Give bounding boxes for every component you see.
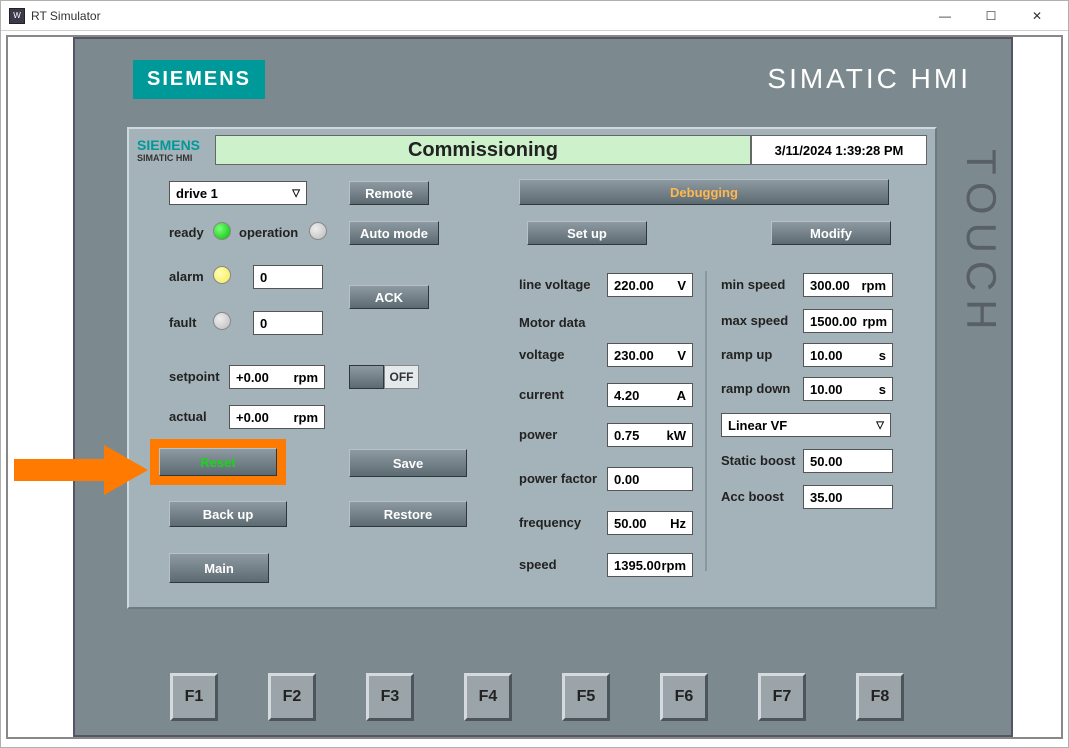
minspeed-label: min speed [721, 277, 785, 292]
reset-button[interactable]: Reset [159, 448, 277, 476]
fault-value-field[interactable]: 0 [253, 311, 323, 335]
f7-key[interactable]: F7 [758, 673, 806, 721]
rampup-field[interactable]: 10.00s [803, 343, 893, 367]
rampdown-label: ramp down [721, 381, 790, 396]
pf-label: power factor [519, 471, 597, 486]
current-field[interactable]: 4.20A [607, 383, 693, 407]
panel-header: SIEMENS SIMATIC HMI Commissioning 3/11/2… [137, 135, 927, 165]
setup-button[interactable]: Set up [527, 221, 647, 245]
freq-field[interactable]: 50.00Hz [607, 511, 693, 535]
app-window: W RT Simulator — ☐ ✕ SIEMENS SIMATIC HMI… [0, 0, 1069, 748]
window-title: RT Simulator [31, 9, 101, 23]
setpoint-field[interactable]: +0.00 rpm [229, 365, 325, 389]
hmi-header: SIEMENS SIMATIC HMI [75, 39, 1011, 119]
callout-arrow-icon [8, 441, 150, 499]
f5-key[interactable]: F5 [562, 673, 610, 721]
chevron-down-icon: ▽ [876, 420, 884, 431]
remote-button[interactable]: Remote [349, 181, 429, 205]
f6-key[interactable]: F6 [660, 673, 708, 721]
f3-key[interactable]: F3 [366, 673, 414, 721]
ready-led [213, 222, 231, 240]
pf-field[interactable]: 0.00 [607, 467, 693, 491]
hmi-bezel: SIEMENS SIMATIC HMI TOUCH SIEMENS SIMATI… [73, 37, 1013, 737]
voltage-label: voltage [519, 347, 565, 362]
page-title: Commissioning [215, 135, 751, 165]
power-label: power [519, 427, 557, 442]
fault-led [213, 312, 231, 330]
panel-brand-siemens: SIEMENS [137, 137, 215, 153]
maxspeed-label: max speed [721, 313, 788, 328]
auto-mode-button[interactable]: Auto mode [349, 221, 439, 245]
ready-label: ready [169, 225, 204, 240]
power-field[interactable]: 0.75kW [607, 423, 693, 447]
maximize-button[interactable]: ☐ [968, 1, 1014, 31]
ack-button[interactable]: ACK [349, 285, 429, 309]
function-keys-row: F1 F2 F3 F4 F5 F6 F7 F8 [170, 673, 904, 721]
minspeed-field[interactable]: 300.00rpm [803, 273, 893, 297]
operation-label: operation [239, 225, 298, 240]
datetime-display: 3/11/2024 1:39:28 PM [751, 135, 927, 165]
panel-brand-simatic: SIMATIC HMI [137, 153, 215, 163]
alarm-label: alarm [169, 269, 204, 284]
setpoint-toggle[interactable]: OFF [349, 365, 419, 389]
maxspeed-field[interactable]: 1500.00rpm [803, 309, 893, 333]
close-button[interactable]: ✕ [1014, 1, 1060, 31]
speed-field[interactable]: 1395.00rpm [607, 553, 693, 577]
f8-key[interactable]: F8 [856, 673, 904, 721]
restore-button[interactable]: Restore [349, 501, 467, 527]
debugging-button[interactable]: Debugging [519, 179, 889, 205]
fault-label: fault [169, 315, 196, 330]
titlebar: W RT Simulator — ☐ ✕ [1, 1, 1068, 31]
simatic-hmi-label: SIMATIC HMI [767, 63, 971, 95]
f4-key[interactable]: F4 [464, 673, 512, 721]
save-button[interactable]: Save [349, 449, 467, 477]
touch-label: TOUCH [957, 149, 1005, 338]
current-label: current [519, 387, 564, 402]
vf-mode-selector[interactable]: Linear VF ▽ [721, 413, 891, 437]
line-voltage-field[interactable]: 220.00 V [607, 273, 693, 297]
freq-label: frequency [519, 515, 581, 530]
acc-boost-field[interactable]: 35.00 [803, 485, 893, 509]
stage: SIEMENS SIMATIC HMI TOUCH SIEMENS SIMATI… [6, 35, 1063, 739]
speed-label: speed [519, 557, 557, 572]
setpoint-label: setpoint [169, 369, 220, 384]
actual-field: +0.00 rpm [229, 405, 325, 429]
main-button[interactable]: Main [169, 553, 269, 583]
vf-mode-value: Linear VF [728, 418, 787, 433]
drive-selector-value: drive 1 [176, 186, 218, 201]
motor-data-heading: Motor data [519, 315, 585, 330]
static-boost-field[interactable]: 50.00 [803, 449, 893, 473]
static-boost-label: Static boost [721, 453, 795, 468]
toggle-off-seg: OFF [384, 365, 419, 389]
main-panel: SIEMENS SIMATIC HMI Commissioning 3/11/2… [127, 127, 937, 609]
app-icon: W [9, 8, 25, 24]
modify-button[interactable]: Modify [771, 221, 891, 245]
alarm-led [213, 266, 231, 284]
toggle-on-seg [349, 365, 384, 389]
rampdown-field[interactable]: 10.00s [803, 377, 893, 401]
acc-boost-label: Acc boost [721, 489, 784, 504]
f1-key[interactable]: F1 [170, 673, 218, 721]
line-voltage-label: line voltage [519, 277, 591, 292]
operation-led [309, 222, 327, 240]
drive-selector[interactable]: drive 1 ▽ [169, 181, 307, 205]
chevron-down-icon: ▽ [292, 188, 300, 199]
reset-highlight: Reset [150, 439, 286, 485]
f2-key[interactable]: F2 [268, 673, 316, 721]
vertical-divider [705, 271, 707, 571]
backup-button[interactable]: Back up [169, 501, 287, 527]
actual-label: actual [169, 409, 207, 424]
minimize-button[interactable]: — [922, 1, 968, 31]
rampup-label: ramp up [721, 347, 772, 362]
siemens-logo: SIEMENS [133, 60, 265, 99]
voltage-field[interactable]: 230.00V [607, 343, 693, 367]
alarm-value-field[interactable]: 0 [253, 265, 323, 289]
